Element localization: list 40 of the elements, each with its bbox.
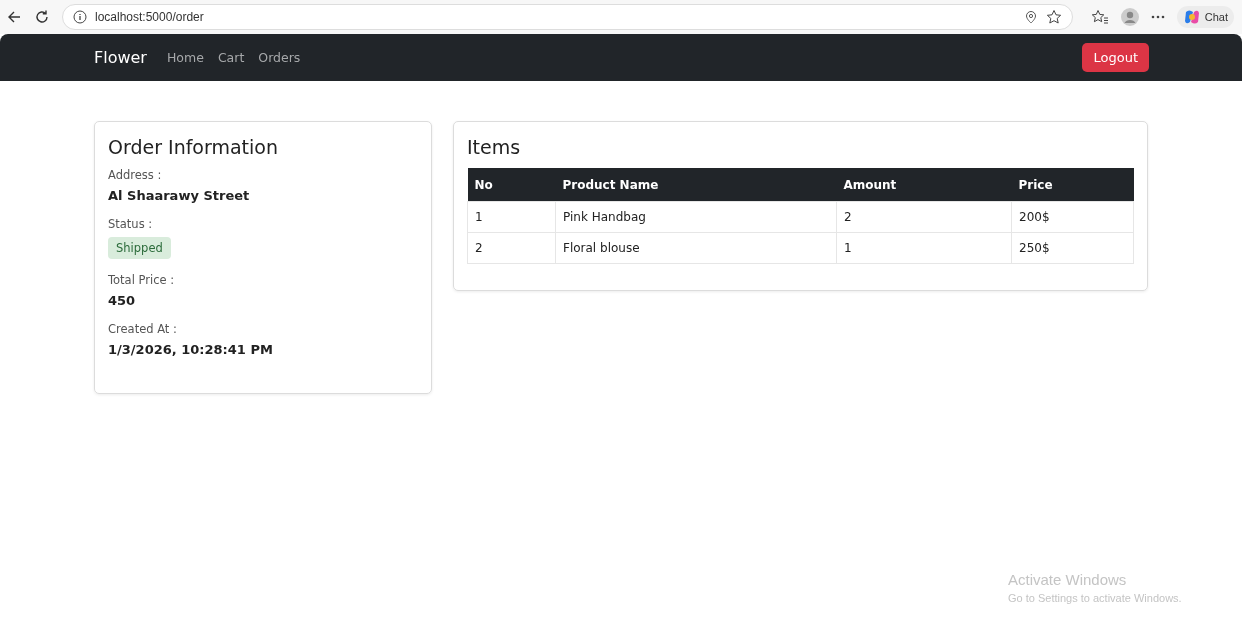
column-header: Product Name bbox=[555, 168, 837, 202]
profile-avatar-icon[interactable] bbox=[1120, 8, 1139, 26]
table-cell: 2 bbox=[467, 232, 556, 264]
field-label: Created At : bbox=[108, 322, 178, 336]
favorites-icon[interactable] bbox=[1090, 9, 1109, 25]
nav-link[interactable]: Orders bbox=[258, 50, 301, 65]
card-title: Items bbox=[467, 136, 522, 158]
table-cell: Pink Handbag bbox=[555, 201, 837, 233]
column-header: Price bbox=[1011, 168, 1134, 202]
copilot-logo-icon bbox=[1182, 8, 1201, 26]
field-label: Status : bbox=[108, 217, 154, 231]
reload-icon[interactable] bbox=[34, 9, 50, 25]
table-cell: 200$ bbox=[1011, 201, 1134, 233]
info-icon bbox=[73, 10, 87, 24]
address-bar[interactable]: localhost:5000/order bbox=[62, 4, 1073, 30]
location-pin-icon[interactable] bbox=[1023, 10, 1038, 24]
column-header: No bbox=[467, 168, 556, 202]
field-label: Total Price : bbox=[108, 273, 176, 287]
nav-link[interactable]: Cart bbox=[217, 50, 245, 65]
chat-button[interactable]: Chat bbox=[1176, 6, 1234, 28]
back-icon[interactable] bbox=[6, 9, 22, 25]
logout-button[interactable]: Logout bbox=[1082, 43, 1149, 72]
activation-title: Activate Windows bbox=[1008, 571, 1128, 588]
table-cell: Floral blouse bbox=[555, 232, 837, 264]
table-cell: 2 bbox=[836, 201, 1012, 233]
card-title: Order Information bbox=[108, 136, 280, 158]
nav-link[interactable]: Home bbox=[166, 50, 204, 65]
field-value: 1/3/2026, 10:28:41 PM bbox=[108, 342, 274, 357]
field-label: Address : bbox=[108, 168, 163, 182]
table-cell: 1 bbox=[836, 232, 1012, 264]
brand-link[interactable]: Flower bbox=[94, 48, 147, 67]
star-icon[interactable] bbox=[1045, 9, 1062, 25]
field-value: 450 bbox=[108, 293, 137, 308]
table-cell: 250$ bbox=[1011, 232, 1134, 264]
field-value: Al Shaarawy Street bbox=[108, 188, 251, 203]
status-badge: Shipped bbox=[108, 237, 171, 259]
more-icon[interactable] bbox=[1150, 15, 1165, 19]
url-text: localhost:5000/order bbox=[95, 10, 204, 24]
column-header: Amount bbox=[836, 168, 1012, 202]
table-cell: 1 bbox=[467, 201, 556, 233]
